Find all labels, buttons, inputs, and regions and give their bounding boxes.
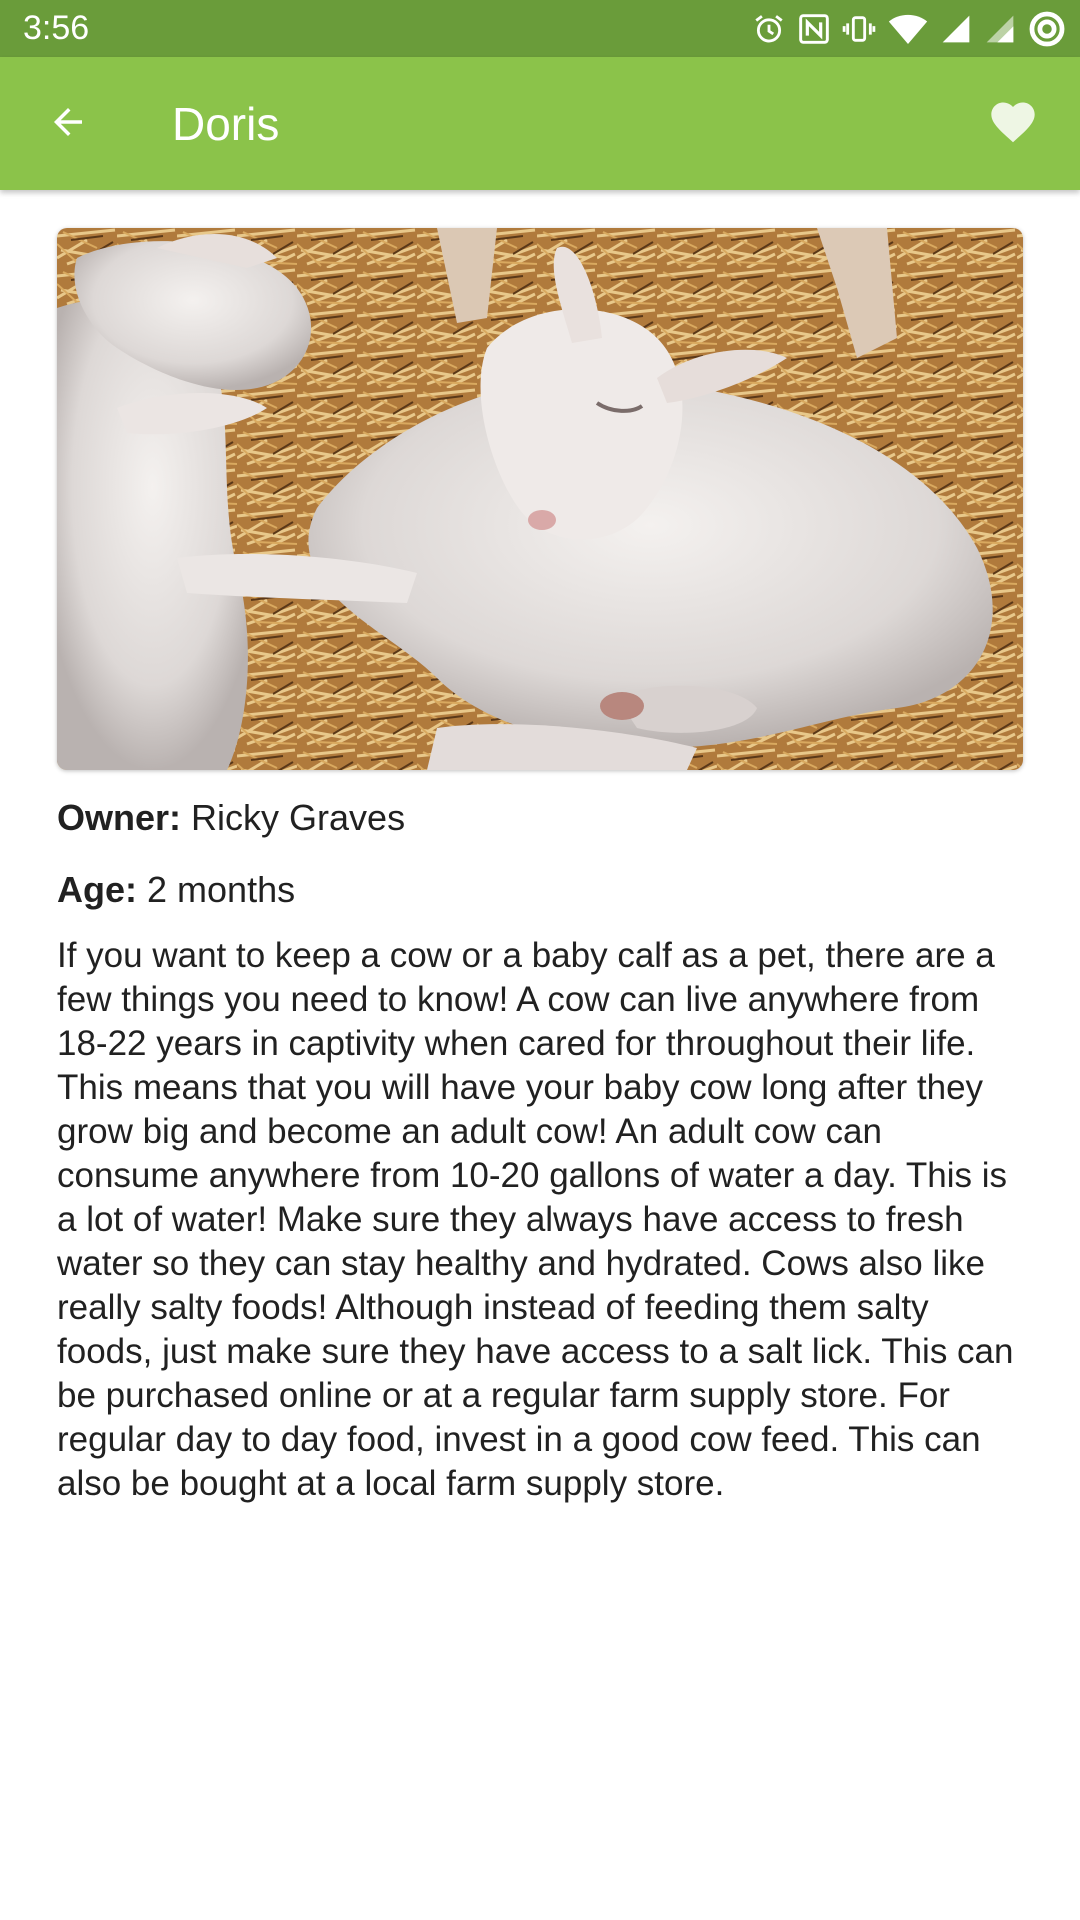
alarm-icon bbox=[752, 12, 786, 46]
owner-label: Owner: bbox=[57, 797, 182, 838]
owner-row: Owner: Ricky Graves bbox=[57, 792, 1023, 864]
pet-photo bbox=[57, 228, 1023, 770]
owner-value: Ricky Graves bbox=[191, 797, 406, 838]
wifi-icon bbox=[888, 12, 928, 46]
pet-details: Owner: Ricky Graves Age: 2 months If you… bbox=[57, 792, 1023, 1506]
app-bar: Doris bbox=[0, 57, 1080, 190]
sync-icon bbox=[1028, 10, 1066, 48]
age-value: 2 months bbox=[147, 869, 296, 910]
age-row: Age: 2 months bbox=[57, 864, 1023, 936]
age-label: Age: bbox=[57, 869, 137, 910]
status-bar: 3:56 bbox=[0, 0, 1080, 57]
pet-description: If you want to keep a cow or a baby calf… bbox=[57, 936, 1014, 1503]
heart-icon bbox=[987, 96, 1039, 153]
arrow-back-icon bbox=[47, 101, 89, 148]
nfc-icon bbox=[798, 13, 830, 45]
page-title: Doris bbox=[172, 98, 280, 150]
status-icons bbox=[752, 9, 1066, 49]
signal-icon bbox=[984, 13, 1016, 45]
signal-icon bbox=[940, 13, 972, 45]
vibrate-icon bbox=[842, 12, 876, 46]
favorite-button[interactable] bbox=[976, 87, 1050, 161]
status-time: 3:56 bbox=[23, 9, 90, 47]
back-button[interactable] bbox=[30, 90, 106, 158]
